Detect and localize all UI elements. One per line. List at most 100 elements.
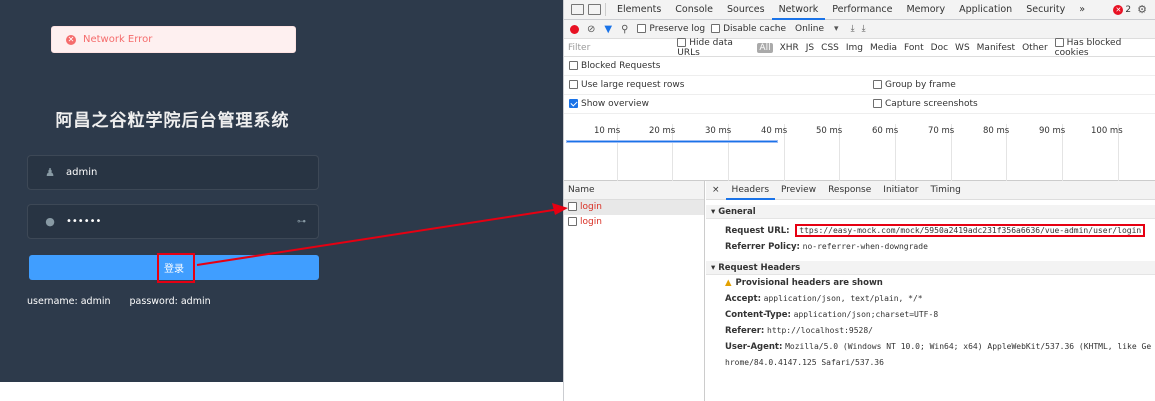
timeline-tick: 30 ms <box>705 126 732 136</box>
show-overview-label: Show overview <box>581 99 649 109</box>
tab-timing[interactable]: Timing <box>924 181 966 200</box>
user-agent-value-cont: hrome/84.0.4147.125 Safari/537.36 <box>725 358 884 367</box>
tab-network[interactable]: Network <box>771 0 826 20</box>
clear-icon[interactable]: ⊘ <box>587 24 595 35</box>
user-agent-value: Mozilla/5.0 (Windows NT 10.0; Win64; x64… <box>785 342 1152 351</box>
throttle-select[interactable]: Online <box>795 24 824 34</box>
tab-performance[interactable]: Performance <box>825 0 899 20</box>
referrer-policy-row: Referrer Policy: no-referrer-when-downgr… <box>706 239 1155 255</box>
preserve-log-option[interactable]: Preserve log <box>637 24 705 34</box>
user-agent-continuation: hrome/84.0.4147.125 Safari/537.36 <box>706 355 1155 371</box>
type-filter-manifest[interactable]: Manifest <box>977 43 1015 53</box>
request-headers-section-header[interactable]: ▾ Request Headers <box>706 261 1155 275</box>
request-icon <box>568 202 577 211</box>
checkbox[interactable] <box>569 99 578 108</box>
hide-data-urls-option[interactable]: Hide data URLs <box>677 37 750 58</box>
lock-icon: ● <box>45 215 55 228</box>
type-filter-css[interactable]: CSS <box>821 43 839 53</box>
login-button-highlight <box>157 253 195 283</box>
large-rows-option[interactable]: Use large request rows <box>569 80 684 90</box>
type-filter-js[interactable]: JS <box>806 43 814 53</box>
tab-initiator[interactable]: Initiator <box>877 181 924 200</box>
tab-application[interactable]: Application <box>952 0 1019 20</box>
checkbox[interactable] <box>637 24 647 33</box>
name-column-header[interactable]: Name <box>564 181 704 200</box>
search-icon[interactable]: ⚲ <box>621 24 628 35</box>
toast-message: Network Error <box>83 34 153 45</box>
import-icon[interactable]: ⤓ <box>851 24 855 34</box>
type-filter-ws[interactable]: WS <box>955 43 970 53</box>
error-counter[interactable]: ✕ 2 <box>1113 4 1131 15</box>
filter-icon[interactable]: ▼ <box>604 24 612 35</box>
general-section-header[interactable]: ▾ General <box>706 205 1155 219</box>
record-icon[interactable] <box>570 24 579 34</box>
checkbox[interactable] <box>677 37 687 47</box>
password-input[interactable] <box>62 216 282 227</box>
export-icon[interactable]: ⤓ <box>862 24 866 34</box>
request-url-value: ttps://easy-mock.com/mock/5950a2419adc23… <box>795 224 1146 237</box>
referer-value: http://localhost:9528/ <box>767 326 873 335</box>
eye-icon[interactable]: ⊶ <box>297 217 306 227</box>
password-field[interactable]: ● ⊶ <box>27 204 319 239</box>
request-row[interactable]: login <box>564 200 704 215</box>
close-icon[interactable]: × <box>706 181 726 200</box>
capture-screenshots-label: Capture screenshots <box>885 99 978 109</box>
type-filter-img[interactable]: Img <box>846 43 863 53</box>
has-blocked-cookies-label: Has blocked cookies <box>1054 37 1122 58</box>
checkbox[interactable] <box>873 99 882 108</box>
timeline-tick: 60 ms <box>872 126 899 136</box>
device-toggle-icon[interactable] <box>588 4 601 15</box>
inspect-icon[interactable] <box>571 4 584 15</box>
tab-sources[interactable]: Sources <box>720 0 772 20</box>
tab-memory[interactable]: Memory <box>899 0 952 20</box>
tab-preview[interactable]: Preview <box>775 181 822 200</box>
group-by-frame-option[interactable]: Group by frame <box>873 80 956 90</box>
checkbox[interactable] <box>711 24 721 33</box>
type-filter-font[interactable]: Font <box>904 43 924 53</box>
timeline-tick: 100 ms <box>1091 126 1123 136</box>
checkbox[interactable] <box>873 80 882 89</box>
filter-input[interactable]: Filter <box>564 43 677 53</box>
timeline-request-bar <box>566 140 778 143</box>
has-blocked-cookies-option[interactable]: Has blocked cookies <box>1054 37 1148 58</box>
type-filter-other[interactable]: Other <box>1022 43 1048 53</box>
accept-row: Accept: application/json, text/plain, */… <box>706 291 1155 307</box>
dropdown-chevron-icon[interactable]: ▾ <box>834 24 839 34</box>
capture-screenshots-option[interactable]: Capture screenshots <box>873 99 978 109</box>
warning-text: Provisional headers are shown <box>735 278 883 288</box>
referrer-policy-label: Referrer Policy: <box>725 242 800 252</box>
error-icon: ✕ <box>1113 4 1124 15</box>
login-tips: username: admin password: admin <box>27 296 227 307</box>
tab-console[interactable]: Console <box>668 0 720 20</box>
type-filter-xhr[interactable]: XHR <box>780 43 799 53</box>
username-input[interactable] <box>62 167 282 178</box>
username-field[interactable]: ♟ <box>27 155 319 190</box>
tab-more[interactable]: » <box>1072 0 1092 20</box>
gear-icon[interactable]: ⚙ <box>1137 3 1147 16</box>
timeline-tick: 10 ms <box>594 126 621 136</box>
options-row-3: Show overview Capture screenshots <box>564 95 1155 114</box>
tab-headers[interactable]: Headers <box>725 181 776 200</box>
user-agent-row: User-Agent: Mozilla/5.0 (Windows NT 10.0… <box>706 339 1155 355</box>
type-filter-media[interactable]: Media <box>870 43 897 53</box>
blocked-requests-option[interactable]: Blocked Requests <box>569 61 660 71</box>
show-overview-option[interactable]: Show overview <box>569 99 649 109</box>
overview-timeline[interactable]: 10 ms 20 ms 30 ms 40 ms 50 ms 60 ms 70 m… <box>564 124 1155 181</box>
type-filter-all[interactable]: All <box>757 42 773 53</box>
tab-elements[interactable]: Elements <box>610 0 668 20</box>
checkbox[interactable] <box>1054 37 1064 47</box>
checkbox[interactable] <box>569 80 578 89</box>
disable-cache-option[interactable]: Disable cache <box>711 24 786 34</box>
tab-response[interactable]: Response <box>822 181 877 200</box>
filter-bar: Filter Hide data URLs All XHR JS CSS Img… <box>564 37 1155 58</box>
type-filter-doc[interactable]: Doc <box>931 43 948 53</box>
timeline-tick: 40 ms <box>761 126 788 136</box>
user-icon: ♟ <box>45 166 55 179</box>
request-row[interactable]: login <box>564 215 704 230</box>
tab-security[interactable]: Security <box>1019 0 1072 20</box>
checkbox[interactable] <box>569 61 578 70</box>
options-row-1: Blocked Requests <box>564 57 1155 76</box>
referer-row: Referer: http://localhost:9528/ <box>706 323 1155 339</box>
blocked-requests-label: Blocked Requests <box>581 61 661 71</box>
preserve-log-label: Preserve log <box>649 24 706 34</box>
